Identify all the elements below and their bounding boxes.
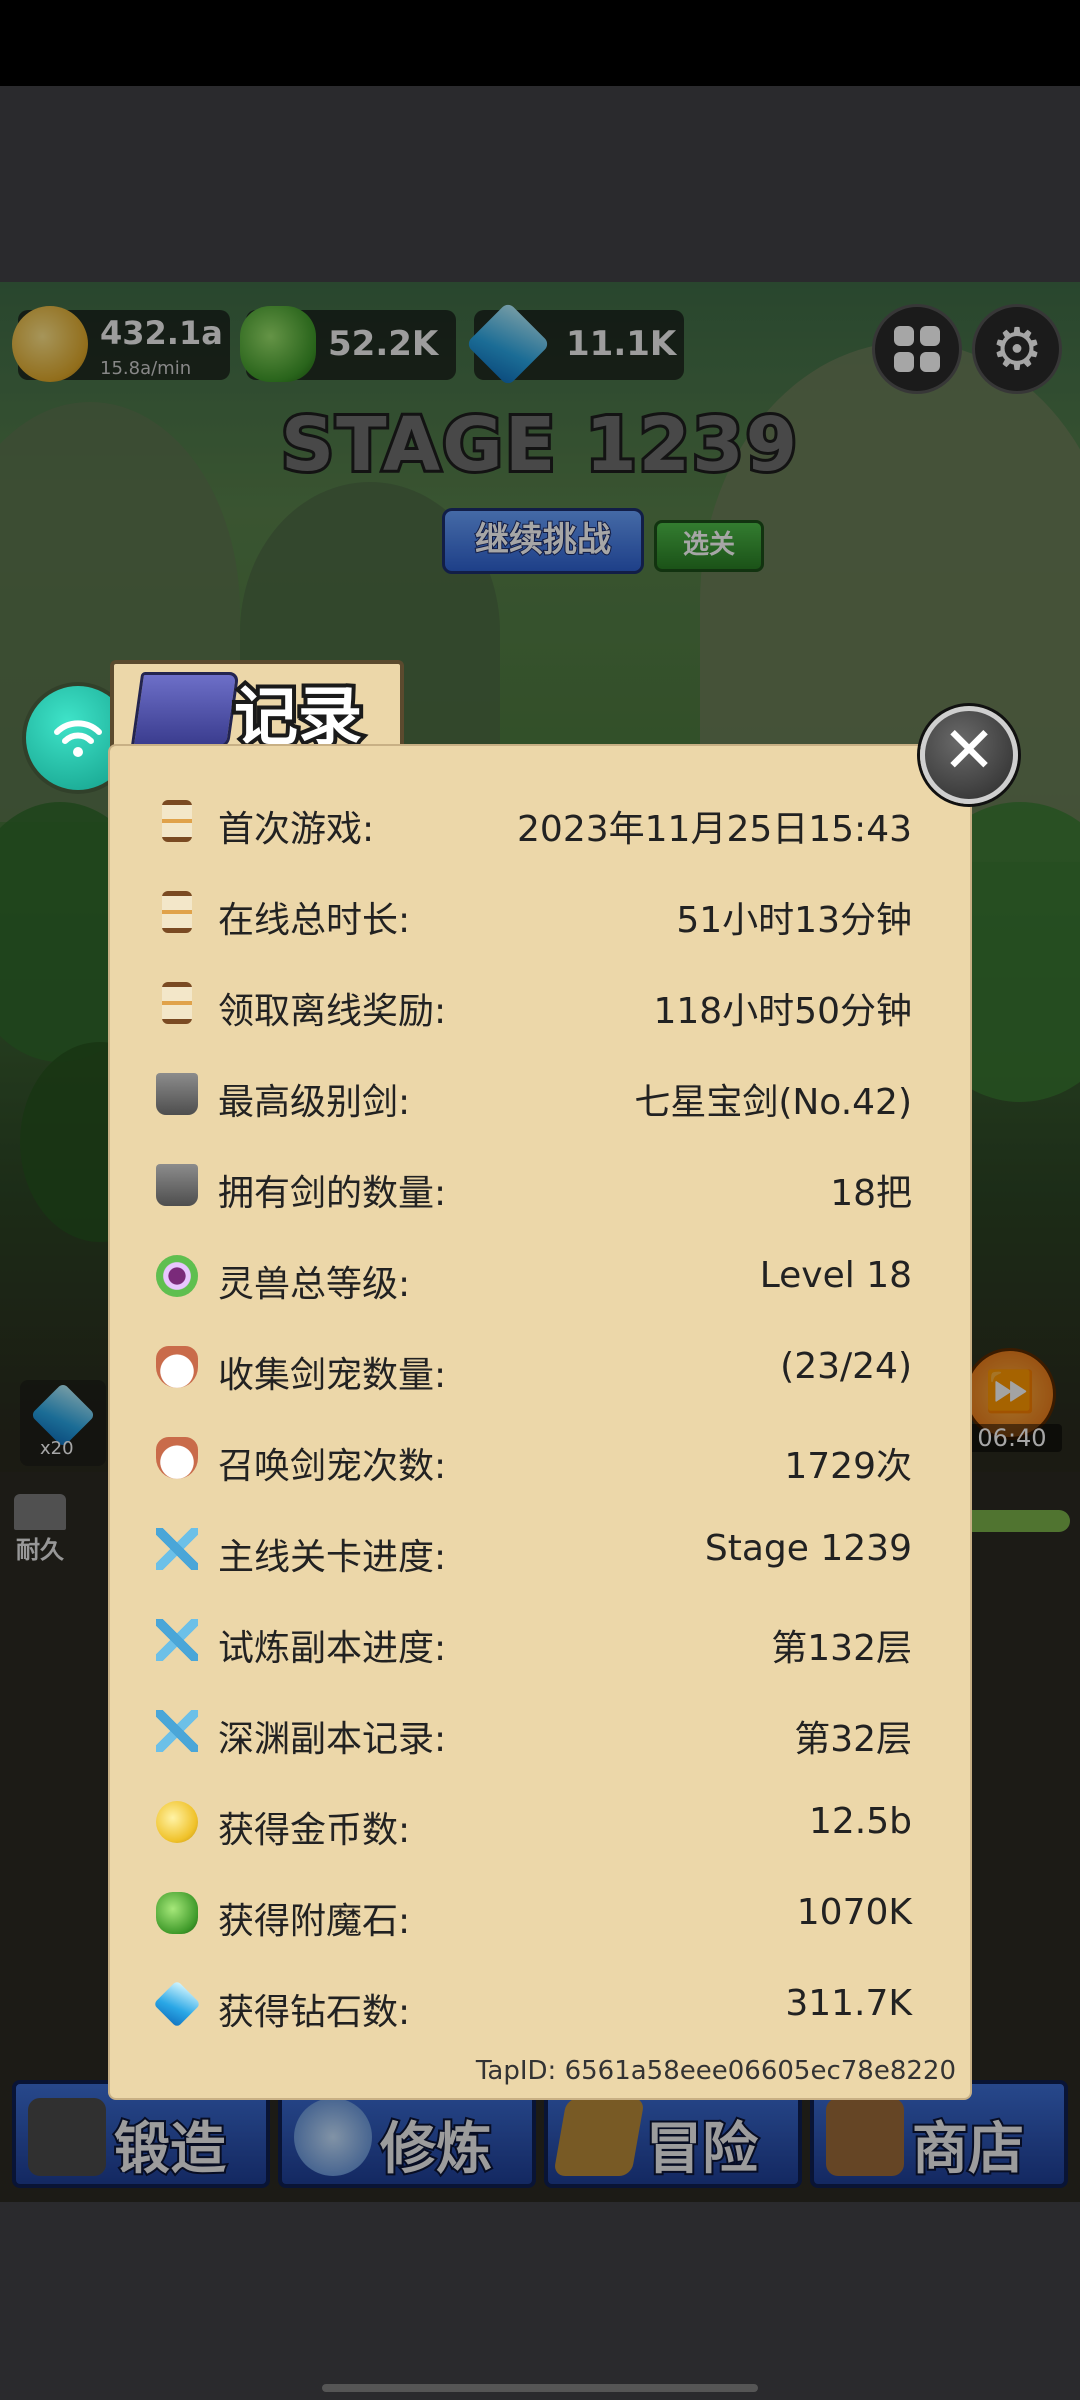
record-row: 召唤剑宠次数: 1729次: [152, 1429, 912, 1489]
book-icon: [130, 672, 240, 748]
record-row: 首次游戏: 2023年11月25日15:43: [152, 792, 912, 852]
record-label: 在线总时长:: [218, 900, 411, 941]
crossed-swords-icon: [156, 1528, 198, 1570]
record-row: 获得附魔石: 1070K: [152, 1884, 912, 1944]
anvil-icon: [156, 1164, 198, 1206]
record-value: 51小时13分钟: [676, 900, 912, 941]
record-label: 灵兽总等级:: [218, 1264, 411, 1305]
crossed-swords-icon: [156, 1619, 198, 1661]
record-value: Level 18: [759, 1255, 912, 1296]
record-value: 1070K: [796, 1892, 912, 1933]
record-label: 主线关卡进度:: [218, 1537, 447, 1578]
record-row: 收集剑宠数量: (23/24): [152, 1338, 912, 1398]
spirit-orb-icon: [156, 1255, 198, 1297]
record-label: 最高级别剑:: [218, 1082, 411, 1123]
record-value: 2023年11月25日15:43: [517, 809, 912, 850]
wifi-icon: [54, 720, 102, 757]
record-row: 灵兽总等级: Level 18: [152, 1247, 912, 1307]
record-row: 拥有剑的数量: 18把: [152, 1156, 912, 1216]
record-label: 拥有剑的数量:: [218, 1173, 447, 1214]
record-value: Stage 1239: [704, 1528, 912, 1569]
anvil-icon: [156, 1073, 198, 1115]
hourglass-icon: [162, 800, 192, 842]
status-bar: [0, 0, 1080, 86]
record-row: 在线总时长: 51小时13分钟: [152, 883, 912, 943]
gesture-handle[interactable]: [322, 2384, 758, 2392]
record-label: 获得金币数:: [218, 1810, 411, 1851]
fox-pet-icon: [156, 1346, 198, 1388]
record-label: 深渊副本记录:: [218, 1719, 447, 1760]
record-value: 第132层: [771, 1628, 912, 1669]
record-label: 首次游戏:: [218, 809, 375, 850]
record-value: (23/24): [780, 1346, 912, 1387]
record-value: 1729次: [784, 1446, 912, 1487]
diamond-icon: [153, 1980, 201, 2028]
record-value: 18把: [830, 1173, 912, 1214]
record-label: 召唤剑宠次数:: [218, 1446, 447, 1487]
record-value: 311.7K: [785, 1983, 912, 2024]
gold-coin-icon: [156, 1801, 198, 1843]
record-row: 主线关卡进度: Stage 1239: [152, 1520, 912, 1580]
fox-pet-icon: [156, 1437, 198, 1479]
record-value: 12.5b: [808, 1801, 912, 1842]
record-label: 收集剑宠数量:: [218, 1355, 447, 1396]
record-row: 获得钻石数: 311.7K: [152, 1975, 912, 2035]
record-label: 获得附魔石:: [218, 1901, 411, 1942]
record-row: 领取离线奖励: 118小时50分钟: [152, 974, 912, 1034]
close-button[interactable]: ✕: [920, 706, 1018, 804]
record-value: 七星宝剑(No.42): [634, 1082, 912, 1123]
record-label: 试炼副本进度:: [218, 1628, 447, 1669]
record-label: 获得钻石数:: [218, 1992, 411, 2033]
hourglass-icon: [162, 982, 192, 1024]
record-title: 记录: [230, 677, 366, 759]
record-row: 试炼副本进度: 第132层: [152, 1611, 912, 1671]
record-label: 领取离线奖励:: [218, 991, 447, 1032]
record-row: 最高级别剑: 七星宝剑(No.42): [152, 1065, 912, 1125]
record-row: 深渊副本记录: 第32层: [152, 1702, 912, 1762]
record-value: 第32层: [794, 1719, 912, 1760]
tap-id: TapID: 6561a58eee06605ec78e8220: [475, 2056, 956, 2086]
record-row: 获得金币数: 12.5b: [152, 1793, 912, 1853]
hourglass-icon: [162, 891, 192, 933]
crossed-swords-icon: [156, 1710, 198, 1752]
enchant-stone-icon: [156, 1892, 198, 1934]
record-value: 118小时50分钟: [653, 991, 912, 1032]
